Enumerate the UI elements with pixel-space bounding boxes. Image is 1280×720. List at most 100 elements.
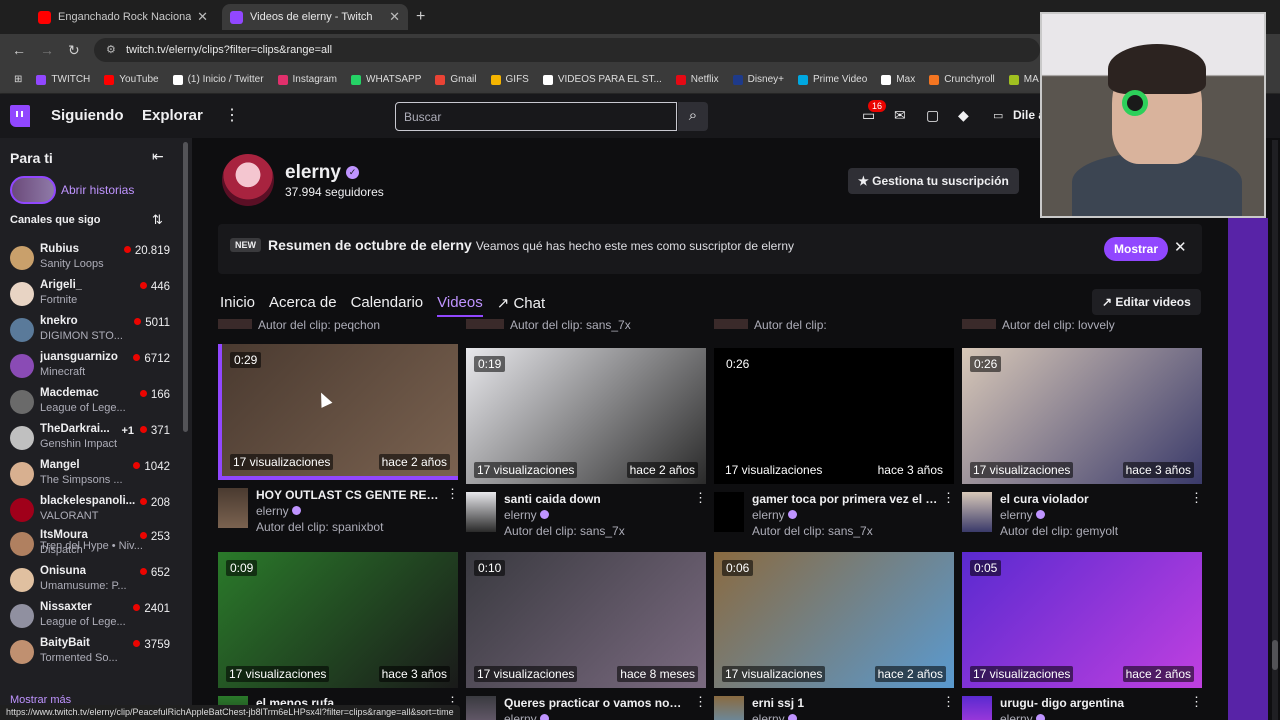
clip-title[interactable]: gamer toca por primera vez el p... — [752, 492, 938, 506]
sidebar-channel[interactable]: Macdemac League of Lege... 166 — [0, 384, 180, 420]
channel-name[interactable]: elerny — [285, 162, 341, 184]
more-icon[interactable]: ⋮ — [224, 105, 240, 125]
sidebar-channel[interactable]: blackelespanoli... VALORANT 208 — [0, 492, 180, 528]
clip-channel[interactable]: elerny — [256, 504, 301, 518]
sidebar-channel[interactable]: Arigeli_ Fortnite 446 — [0, 276, 180, 312]
bookmark-item[interactable]: GIFS — [490, 74, 529, 85]
more-options-icon[interactable]: ⋮ — [1190, 490, 1203, 506]
reload-icon[interactable]: ↻ — [68, 42, 80, 59]
bookmark-item[interactable]: WHATSAPP — [351, 74, 421, 85]
clip-title[interactable]: el cura violador — [1000, 492, 1186, 506]
clip-thumbnail[interactable]: 0:26 17 visualizaciones hace 3 años — [962, 348, 1202, 484]
bits-icon[interactable]: ▭ — [993, 109, 1003, 122]
clip-avatar[interactable] — [962, 492, 992, 532]
clip-avatar[interactable] — [714, 492, 744, 532]
clip-channel[interactable]: elerny — [504, 508, 549, 522]
clip-title[interactable]: Queres practicar o vamos nom... — [504, 696, 690, 710]
page-scrollbar[interactable] — [1272, 140, 1278, 720]
clip-thumbnail[interactable]: 0:19 17 visualizaciones hace 2 años — [466, 348, 706, 484]
back-icon[interactable]: ← — [12, 42, 26, 58]
clip-channel[interactable]: elerny — [504, 712, 549, 720]
tab-schedule[interactable]: Calendario — [351, 294, 424, 317]
clip-channel[interactable]: elerny — [752, 712, 797, 720]
close-icon[interactable]: ✕ — [1174, 238, 1187, 256]
clip-channel[interactable]: elerny — [1000, 508, 1045, 522]
bookmark-item[interactable]: Gmail — [435, 74, 477, 85]
bookmark-item[interactable]: Max — [881, 74, 915, 85]
url-field[interactable]: ⚙ twitch.tv/elerny/clips?filter=clips&ra… — [94, 38, 1040, 62]
bookmark-item[interactable]: TWITCH — [36, 74, 90, 85]
sidebar-channel[interactable]: Nissaxter League of Lege... 2401 — [0, 598, 180, 634]
nav-browse[interactable]: Explorar — [142, 107, 203, 124]
twitch-logo-icon[interactable] — [10, 105, 30, 127]
collapse-icon[interactable]: ⇤ — [152, 148, 164, 165]
tab-chat[interactable]: ↗ Chat — [497, 294, 545, 317]
bookmark-item[interactable]: Disney+ — [732, 74, 784, 85]
tab-home[interactable]: Inicio — [220, 294, 255, 317]
close-icon[interactable]: ✕ — [197, 9, 208, 25]
sidebar-channel[interactable]: TheDarkrai... Genshin Impact +1 371 — [0, 420, 180, 456]
sidebar-channel[interactable]: BaityBait Tormented So... 3759 — [0, 634, 180, 670]
search-button[interactable]: ⌕ — [678, 102, 708, 131]
clip-title[interactable]: erni ssj 1 — [752, 696, 938, 710]
clip-thumbnail[interactable]: 0:10 17 visualizaciones hace 8 meses — [466, 552, 706, 688]
edit-videos-button[interactable]: ↗ Editar videos — [1092, 289, 1201, 315]
clip-title[interactable]: santi caida down — [504, 492, 690, 506]
sidebar-channel[interactable]: knekro DIGIMON STO... 5011 — [0, 312, 180, 348]
tab-videos[interactable]: Videos — [437, 294, 483, 317]
clip-thumbnail[interactable]: 0:06 17 visualizaciones hace 2 años — [714, 552, 954, 688]
sidebar-scrollbar[interactable] — [183, 142, 188, 432]
sidebar-channel[interactable]: Rubius Sanity Loops 20.819 — [0, 240, 180, 276]
clip-thumbnail[interactable]: 0:05 17 visualizaciones hace 2 años — [962, 552, 1202, 688]
bookmark-item[interactable]: VIDEOS PARA EL ST... — [542, 74, 662, 85]
show-recap-button[interactable]: Mostrar — [1104, 237, 1169, 261]
channel-avatar[interactable] — [222, 154, 274, 206]
clip-avatar[interactable] — [466, 696, 496, 720]
clip-avatar[interactable] — [218, 488, 248, 528]
whispers-icon[interactable]: ▢ — [926, 107, 939, 124]
clip-avatar[interactable] — [962, 696, 992, 720]
more-options-icon[interactable]: ⋮ — [694, 490, 707, 506]
browser-tab-youtube[interactable]: Enganchado Rock Nacional Pa ✕ — [30, 4, 216, 30]
nav-following[interactable]: Siguiendo — [51, 107, 124, 124]
browser-tab-twitch[interactable]: Videos de elerny - Twitch ✕ — [222, 4, 408, 30]
bookmark-item[interactable]: Netflix — [675, 74, 719, 85]
open-stories-link[interactable]: Abrir historias — [61, 183, 134, 197]
site-info-icon[interactable]: ⚙ — [106, 43, 116, 56]
bookmark-item[interactable]: MA — [1008, 74, 1039, 85]
more-options-icon[interactable]: ⋮ — [1190, 694, 1203, 710]
bookmark-item[interactable]: Prime Video — [798, 74, 867, 85]
clip-title[interactable]: HOY OUTLAST CS GENTE RELA... — [256, 488, 442, 502]
clip-title[interactable]: urugu- digo argentina — [1000, 696, 1186, 710]
tab-about[interactable]: Acerca de — [269, 294, 337, 317]
sidebar-channel[interactable]: Mangel The Simpsons ... 1042 — [0, 456, 180, 492]
close-icon[interactable]: ✕ — [389, 9, 400, 25]
bookmark-item[interactable]: YouTube — [104, 74, 159, 85]
crown-icon[interactable]: ◆ — [958, 107, 969, 124]
bookmark-item[interactable]: Crunchyroll — [929, 74, 995, 85]
sidebar-channel[interactable]: juansguarnizo Minecraft 6712 — [0, 348, 180, 384]
clip-thumbnail[interactable]: 0:29 17 visualizaciones hace 2 años — [218, 344, 458, 480]
apps-icon[interactable]: ⊞ — [14, 74, 22, 85]
bookmark-item[interactable]: (1) Inicio / Twitter — [172, 74, 264, 85]
scrollbar-thumb[interactable] — [1272, 640, 1278, 670]
search-input[interactable]: Buscar — [395, 102, 677, 131]
clip-thumbnail[interactable]: 0:09 17 visualizaciones hace 3 años — [218, 552, 458, 688]
more-options-icon[interactable]: ⋮ — [942, 694, 955, 710]
more-options-icon[interactable]: ⋮ — [942, 490, 955, 506]
sort-icon[interactable]: ⇅ — [152, 212, 163, 228]
more-options-icon[interactable]: ⋮ — [694, 694, 707, 710]
clip-thumbnail[interactable]: 0:26 17 visualizaciones hace 3 años — [714, 348, 954, 484]
clip-avatar[interactable] — [714, 696, 744, 720]
new-tab-icon[interactable]: + — [416, 8, 425, 26]
more-options-icon[interactable]: ⋮ — [446, 486, 459, 502]
bookmark-item[interactable]: Instagram — [277, 74, 337, 85]
clip-avatar[interactable] — [466, 492, 496, 532]
stories-avatars[interactable] — [10, 176, 56, 204]
mail-icon[interactable]: ✉ — [894, 107, 906, 124]
clip-channel[interactable]: elerny — [752, 508, 797, 522]
sidebar-channel[interactable]: Onisuna Umamusume: P... 652 — [0, 562, 180, 598]
forward-icon[interactable]: → — [40, 42, 54, 58]
manage-subscription-button[interactable]: ★ Gestiona tu suscripción — [848, 168, 1019, 194]
clip-channel[interactable]: elerny — [1000, 712, 1045, 720]
